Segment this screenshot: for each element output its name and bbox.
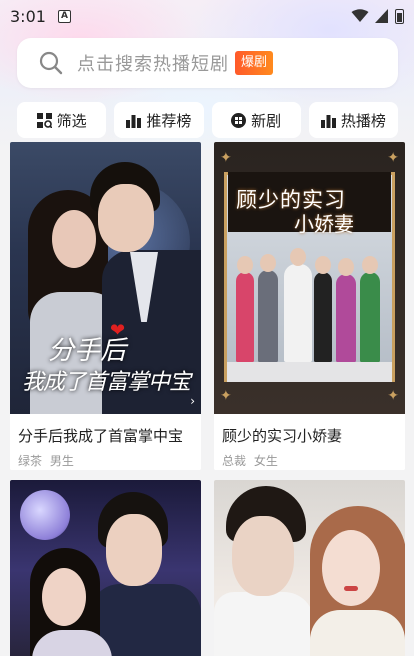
drama-tag: 绿茶: [18, 454, 43, 468]
drama-tag: 女生: [253, 454, 278, 468]
ornament-icon: ✦: [220, 388, 232, 404]
battery-icon: [395, 8, 404, 24]
drama-poster[interactable]: [10, 480, 201, 656]
drama-tags: 总裁 女生: [222, 452, 397, 469]
drama-card[interactable]: 顾少的实习 小娇妻 ✦ ✦ ✦ ✦ 顾少的实习小娇妻 总裁 女生: [214, 142, 405, 470]
ornament-icon: ✦: [220, 150, 232, 166]
ornament-icon: ✦: [387, 150, 399, 166]
new-drama-icon: [231, 112, 247, 128]
card-info: 顾少的实习小娇妻 总裁 女生: [214, 414, 405, 470]
new-drama-button[interactable]: 新剧: [211, 102, 301, 138]
new-drama-label: 新剧: [251, 111, 282, 130]
filter-row: 筛选 推荐榜 新剧 热播榜: [17, 102, 398, 138]
filter-grid-icon: [36, 112, 52, 128]
drama-card[interactable]: [214, 480, 405, 656]
status-bar: 3:01 A: [0, 0, 414, 32]
notification-icon: A: [57, 9, 71, 23]
drama-tag: 总裁: [222, 454, 247, 468]
signal-icon: [375, 9, 388, 23]
drama-card[interactable]: [10, 480, 201, 656]
search-icon: [39, 51, 63, 75]
search-placeholder: 点击搜索热播短剧: [77, 54, 229, 75]
drama-poster[interactable]: 顾少的实习 小娇妻 ✦ ✦ ✦ ✦: [214, 142, 405, 414]
recommend-rank-button[interactable]: 推荐榜: [114, 102, 204, 138]
wifi-icon: [351, 9, 369, 22]
hot-drama-badge: 爆剧: [235, 51, 274, 75]
drama-poster[interactable]: 分手后 ❤ 我成了首富掌中宝 ›: [10, 142, 201, 414]
drama-card[interactable]: 分手后 ❤ 我成了首富掌中宝 › 分手后我成了首富掌中宝 绿茶 男生: [10, 142, 201, 470]
chevron-right-icon: ›: [190, 394, 195, 408]
ranking-bars-icon: [320, 114, 336, 128]
drama-title: 分手后我成了首富掌中宝: [18, 427, 184, 445]
status-icons: [351, 8, 404, 24]
heart-icon: ❤: [110, 320, 126, 341]
poster-caption: 小娇妻: [294, 212, 354, 236]
drama-tag: 男生: [49, 454, 74, 468]
drama-poster[interactable]: [214, 480, 405, 656]
filter-button[interactable]: 筛选: [17, 102, 107, 138]
card-info: 分手后我成了首富掌中宝 绿茶 男生: [10, 414, 201, 470]
drama-tags: 绿茶 男生: [18, 452, 193, 469]
ornament-icon: ✦: [387, 388, 399, 404]
recommend-rank-label: 推荐榜: [146, 111, 192, 130]
filter-label: 筛选: [56, 111, 87, 130]
poster-caption: 我成了首富掌中宝: [22, 370, 191, 395]
search-bar[interactable]: 点击搜索热播短剧 爆剧: [17, 38, 398, 88]
drama-title: 顾少的实习小娇妻: [222, 427, 343, 445]
ranking-bars-icon: [126, 114, 142, 128]
hot-rank-label: 热播榜: [340, 111, 386, 130]
status-time: 3:01: [10, 6, 46, 26]
hot-rank-button[interactable]: 热播榜: [308, 102, 398, 138]
